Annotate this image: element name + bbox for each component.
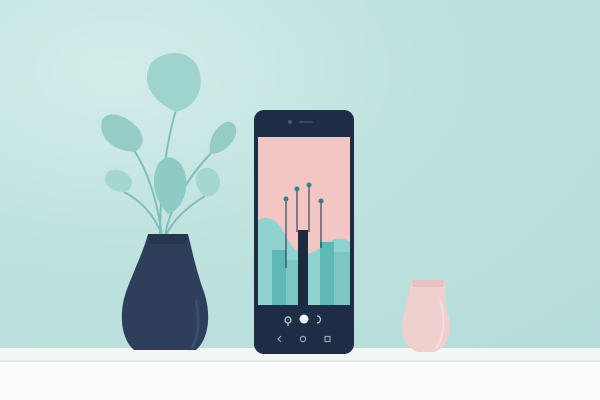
- chart-bar-4: [308, 258, 320, 305]
- record-icon[interactable]: [299, 314, 309, 324]
- plant: [101, 52, 237, 237]
- chart-bar-1: [272, 250, 286, 305]
- chart-pin-head: [283, 196, 289, 202]
- leaf-lower-right: [195, 167, 220, 197]
- phone-camera: [288, 120, 292, 124]
- dark-vase: [121, 234, 209, 350]
- phone: [254, 110, 354, 354]
- chart-pin-head: [294, 186, 300, 192]
- leaf-left: [101, 114, 143, 152]
- chart-bar-3: [298, 230, 308, 305]
- leaf-right: [209, 121, 237, 154]
- phone-speaker: [299, 121, 313, 123]
- scene: [0, 0, 600, 400]
- leaf-lower-left: [104, 169, 132, 192]
- chart-bar-6: [334, 252, 350, 305]
- chart-pin-head: [306, 182, 312, 188]
- chart-pin-head: [318, 198, 324, 204]
- leaf-middle: [153, 157, 187, 214]
- chart-bar-2: [286, 260, 298, 305]
- illustration-layer: [101, 52, 451, 354]
- leaf-top: [146, 52, 201, 112]
- pink-vase: [401, 280, 451, 352]
- chart-bar-5: [320, 242, 334, 305]
